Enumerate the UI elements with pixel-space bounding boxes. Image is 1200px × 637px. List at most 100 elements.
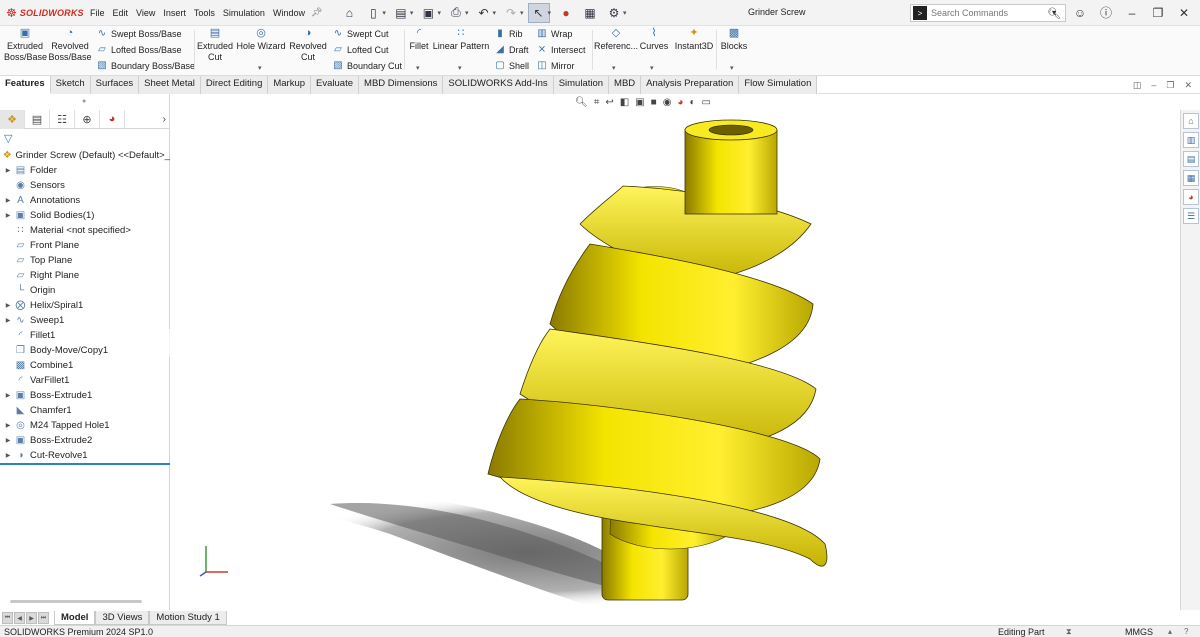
menu-tools[interactable]: Tools <box>190 8 219 18</box>
menu-file[interactable]: File <box>86 8 109 18</box>
display-manager-tab-icon[interactable]: ◕ <box>100 109 125 129</box>
open-folder-icon[interactable]: ▤ <box>390 3 412 23</box>
open-dropdown-icon[interactable]: ▾ <box>410 9 414 17</box>
tree-node[interactable]: ▱ Top Plane <box>0 253 170 268</box>
draft-button[interactable]: ◢ Draft <box>494 44 528 55</box>
home-icon[interactable]: ⌂ <box>338 3 360 23</box>
boundary-boss-button[interactable]: ▧ Boundary Boss/Base <box>96 60 195 71</box>
undo-dropdown-icon[interactable]: ▾ <box>492 9 496 17</box>
tree-node[interactable]: ▱ Front Plane <box>0 238 170 253</box>
tree-filter-icon[interactable]: ▽ <box>4 132 12 145</box>
select-cursor-icon[interactable]: ↖ <box>527 2 550 23</box>
appearances-icon[interactable]: ◕ <box>1183 189 1199 205</box>
property-manager-tab-icon[interactable]: ▤ <box>25 109 50 129</box>
expand-arrow-icon[interactable]: ▶ <box>4 197 12 204</box>
tree-node[interactable]: ∷ Material <not specified> <box>0 223 170 238</box>
tree-node[interactable]: ◉ Sensors <box>0 178 170 193</box>
first-tab-arrow-icon[interactable]: ⏮ <box>2 612 13 624</box>
print-icon[interactable]: ⎙ <box>445 3 467 23</box>
restore-icon[interactable]: ❐ <box>1150 6 1166 20</box>
tab-analysis-preparation[interactable]: Analysis Preparation <box>641 76 740 94</box>
user-account-icon[interactable]: ☺ <box>1072 6 1088 20</box>
tree-node[interactable]: ▶ ◑ Cut-Revolve1 <box>0 448 170 463</box>
edit-appearance-icon[interactable]: ◕ <box>677 97 683 108</box>
hide-show-items-icon[interactable]: ◉ <box>663 97 672 108</box>
graphics-area[interactable] <box>170 94 1180 610</box>
expand-arrow-icon[interactable]: ▶ <box>4 422 12 429</box>
view-orientation-icon[interactable]: ▣ <box>635 97 644 108</box>
tab-direct-editing[interactable]: Direct Editing <box>200 76 269 94</box>
new-dropdown-icon[interactable]: ▾ <box>382 9 386 17</box>
linear-pattern-dropdown-icon[interactable]: ▾ <box>458 64 462 72</box>
expand-arrow-icon[interactable]: ▶ <box>4 317 12 324</box>
reference-geometry-button[interactable]: ◇ Referenc... <box>594 28 638 52</box>
tab-markup[interactable]: Markup <box>268 76 312 94</box>
swept-cut-button[interactable]: ∿ Swept Cut <box>332 28 389 39</box>
zoom-to-fit-icon[interactable]: 🔍︎ <box>575 97 588 108</box>
tab-flow-simulation[interactable]: Flow Simulation <box>739 76 818 94</box>
next-tab-arrow-icon[interactable]: ▶ <box>26 612 37 624</box>
expand-arrow-icon[interactable]: ▶ <box>4 302 12 309</box>
revolved-boss-button[interactable]: ◔ Revolved Boss/Base <box>48 28 92 63</box>
shell-button[interactable]: ▢ Shell <box>494 60 529 71</box>
view-palette-icon[interactable]: ▦ <box>1183 170 1199 186</box>
viewport-close-icon[interactable]: ✕ <box>1184 80 1192 91</box>
save-dropdown-icon[interactable]: ▾ <box>437 9 441 17</box>
tab-simulation[interactable]: Simulation <box>553 76 610 94</box>
tab-sketch[interactable]: Sketch <box>50 76 91 94</box>
units-dropdown-icon[interactable]: ▴ <box>1168 627 1172 636</box>
select-dropdown-icon[interactable]: ▾ <box>548 9 552 17</box>
instant3d-button[interactable]: ✦ Instant3D <box>672 28 716 52</box>
tree-node[interactable]: ◣ Chamfer1 <box>0 403 170 418</box>
grinder-screw-model[interactable] <box>170 94 1180 610</box>
prev-tab-arrow-icon[interactable]: ◀ <box>14 612 25 624</box>
display-style-icon[interactable]: ■ <box>651 97 657 108</box>
solidworks-resources-icon[interactable]: ⌂ <box>1183 113 1199 129</box>
file-properties-icon[interactable]: ▦ <box>579 3 601 23</box>
file-explorer-icon[interactable]: ▤ <box>1183 151 1199 167</box>
print-dropdown-icon[interactable]: ▾ <box>465 9 469 17</box>
last-tab-arrow-icon[interactable]: ⏭ <box>38 612 49 624</box>
rebuild-status-icon[interactable]: ⧗ <box>1066 627 1072 637</box>
zoom-to-area-icon[interactable]: ⌗ <box>594 97 600 108</box>
hole-wizard-button[interactable]: ◎ Hole Wizard <box>236 28 286 52</box>
tab-features[interactable]: Features <box>0 76 51 94</box>
feature-manager-tab-icon[interactable]: ❖ <box>0 109 25 129</box>
tree-node[interactable]: ▶ ⨂ Helix/Spiral1 <box>0 298 170 313</box>
blocks-dropdown-icon[interactable]: ▾ <box>730 64 734 72</box>
rollback-bar[interactable] <box>0 463 170 465</box>
tab-mbd-dimensions[interactable]: MBD Dimensions <box>359 76 444 94</box>
reference-dropdown-icon[interactable]: ▾ <box>612 64 616 72</box>
curves-button[interactable]: ⌇ Curves <box>638 28 670 52</box>
hole-wizard-dropdown-icon[interactable]: ▾ <box>258 64 262 72</box>
tab-3d-views[interactable]: 3D Views <box>95 611 150 625</box>
tab-evaluate[interactable]: Evaluate <box>311 76 360 94</box>
revolved-cut-button[interactable]: ◑ Revolved Cut <box>288 28 328 63</box>
expand-arrow-icon[interactable]: ▶ <box>4 452 12 459</box>
lofted-boss-button[interactable]: ▱ Lofted Boss/Base <box>96 44 181 55</box>
panel-grip-icon[interactable]: ● <box>82 98 86 105</box>
fillet-button[interactable]: ◜ Fillet <box>406 28 432 52</box>
section-view-icon[interactable]: ◧ <box>620 97 629 108</box>
status-help-icon[interactable]: ? <box>1184 627 1188 636</box>
search-input[interactable]: Search Commands <box>931 8 1047 18</box>
boundary-cut-button[interactable]: ▧ Boundary Cut <box>332 60 402 71</box>
menu-simulation[interactable]: Simulation <box>219 8 269 18</box>
tab-model[interactable]: Model <box>54 611 96 625</box>
tab-mbd[interactable]: MBD <box>609 76 642 94</box>
fillet-dropdown-icon[interactable]: ▾ <box>416 64 420 72</box>
close-icon[interactable]: ✕ <box>1176 6 1192 20</box>
expand-arrow-icon[interactable]: ▶ <box>4 212 12 219</box>
wrap-button[interactable]: ▥ Wrap <box>536 28 572 39</box>
curves-dropdown-icon[interactable]: ▾ <box>650 64 654 72</box>
previous-view-icon[interactable]: ↩ <box>605 97 613 108</box>
minimize-icon[interactable]: ‒ <box>1124 6 1140 20</box>
unit-system[interactable]: MMGS <box>1125 627 1153 637</box>
swept-boss-button[interactable]: ∿ Swept Boss/Base <box>96 28 182 39</box>
tree-node[interactable]: ▱ Right Plane <box>0 268 170 283</box>
tree-node[interactable]: ▶ ▣ Boss-Extrude1 <box>0 388 170 403</box>
tab-motion-study[interactable]: Motion Study 1 <box>149 611 227 625</box>
tree-root-part[interactable]: ❖ Grinder Screw (Default) <<Default>_ <box>0 148 170 163</box>
options-dropdown-icon[interactable]: ▾ <box>623 9 627 17</box>
tab-surfaces[interactable]: Surfaces <box>90 76 140 94</box>
